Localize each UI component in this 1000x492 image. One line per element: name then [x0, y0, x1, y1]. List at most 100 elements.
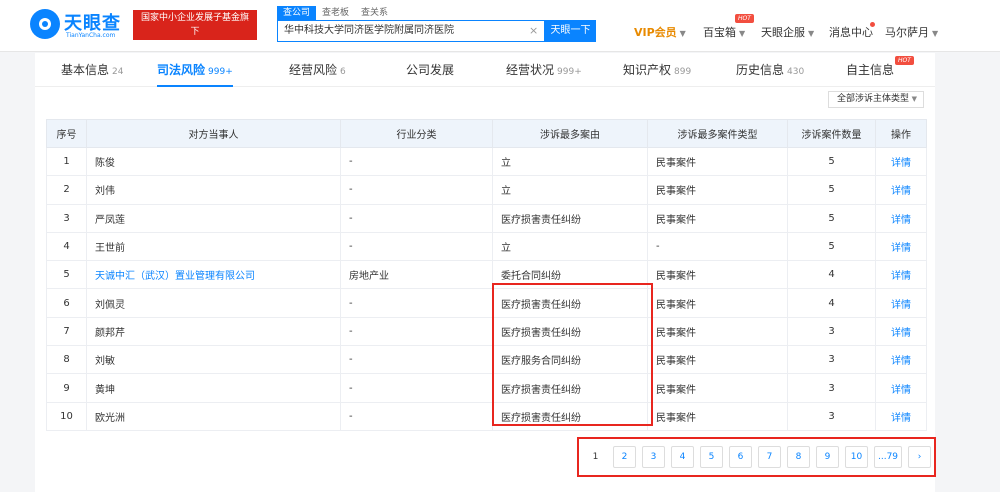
cell-case-count: 5: [787, 203, 876, 233]
cell-case-count: 3: [787, 316, 876, 347]
tianyancha-logo[interactable]: 天眼查 TianYanCha.com: [30, 9, 130, 43]
tab-label: 基本信息: [61, 63, 110, 77]
tab-label: 历史信息: [736, 63, 785, 77]
litigant-type-filter[interactable]: 全部涉诉主体类型 ▼: [828, 91, 924, 108]
messages-label: 消息中心: [829, 26, 873, 39]
next-page-button[interactable]: ›: [908, 446, 932, 468]
detail-link[interactable]: 详情: [875, 175, 927, 205]
detail-link[interactable]: 详情: [875, 260, 927, 290]
tab-label: 自主信息: [846, 63, 895, 77]
tab-history[interactable]: 历史信息 430: [736, 53, 804, 87]
nav-user[interactable]: 马尔萨月 ▼: [885, 24, 938, 40]
col-header-case-type: 涉诉最多案件类型: [647, 119, 788, 148]
cell-industry: -: [340, 316, 493, 347]
col-header-cause: 涉诉最多案由: [492, 119, 648, 148]
chevron-down-icon: ▼: [932, 29, 939, 38]
cell-industry: -: [340, 231, 493, 262]
cell-case-type: 民事案件: [647, 146, 788, 177]
nav-messages[interactable]: 消息中心: [829, 24, 873, 40]
search-button[interactable]: 天眼一下: [545, 20, 596, 42]
tab-label: 经营状况: [506, 63, 555, 77]
cell-case-count: 3: [787, 373, 876, 403]
tab-operating-status[interactable]: 经营状况 999+: [506, 53, 582, 87]
table-row: 7 颜邦芹 - 医疗损害责任纠纷 民事案件 3 详情: [46, 316, 927, 347]
cell-case-count: 3: [787, 401, 876, 431]
cell-no: 8: [46, 345, 87, 375]
page-button[interactable]: 6: [729, 446, 752, 468]
notification-dot: [870, 22, 875, 27]
cell-industry: -: [340, 401, 493, 431]
tab-self-info[interactable]: 自主信息: [846, 53, 894, 87]
cell-case-type: 民事案件: [647, 316, 788, 347]
cell-no: 7: [46, 316, 87, 347]
cell-cause: 医疗损害责任纠纷: [492, 401, 648, 431]
tab-business-risk[interactable]: 经营风险 6: [289, 53, 346, 87]
detail-link[interactable]: 详情: [875, 231, 927, 262]
page-button[interactable]: 10: [845, 446, 868, 468]
nav-vip[interactable]: VIP会员 ▼: [634, 24, 686, 40]
tab-count: 24: [112, 67, 124, 77]
page-button[interactable]: 8: [787, 446, 810, 468]
search-input[interactable]: 华中科技大学同济医学院附属同济医院: [277, 20, 545, 42]
page-button[interactable]: 7: [758, 446, 781, 468]
table-row: 5 天诚中汇（武汉）置业管理有限公司 房地产业 委托合同纠纷 民事案件 4 详情: [46, 260, 927, 290]
tab-intellectual-property[interactable]: 知识产权 899: [623, 53, 691, 87]
clear-icon[interactable]: ×: [529, 24, 538, 37]
search-tab-relation[interactable]: 查关系: [355, 6, 394, 20]
search-tab-boss[interactable]: 查老板: [316, 6, 355, 20]
page-button-last[interactable]: ...79: [874, 446, 903, 468]
cell-party: 刘敏: [86, 345, 341, 375]
detail-link[interactable]: 详情: [875, 345, 927, 375]
page-button[interactable]: 9: [816, 446, 839, 468]
page-button[interactable]: 5: [700, 446, 723, 468]
cell-case-type: 民事案件: [647, 203, 788, 233]
cell-case-type: -: [647, 231, 788, 262]
page-button[interactable]: 4: [671, 446, 694, 468]
chevron-down-icon: ▼: [911, 95, 917, 103]
cell-case-type: 民事案件: [647, 345, 788, 375]
cell-cause: 医疗损害责任纠纷: [492, 203, 648, 233]
nav-baibaoxiang[interactable]: 百宝箱 ▼: [703, 24, 745, 40]
cell-cause: 委托合同纠纷: [492, 260, 648, 290]
page-button[interactable]: 3: [642, 446, 665, 468]
hot-badge: HOT: [895, 56, 914, 65]
tab-count: 6: [340, 67, 346, 77]
detail-link[interactable]: 详情: [875, 316, 927, 347]
detail-link[interactable]: 详情: [875, 401, 927, 431]
page-current: 1: [584, 446, 607, 468]
cell-no: 9: [46, 373, 87, 403]
cell-industry: -: [340, 288, 493, 318]
cell-case-type: 民事案件: [647, 175, 788, 205]
tab-judicial-risk[interactable]: 司法风险 999+: [157, 53, 233, 87]
tab-company-development[interactable]: 公司发展: [406, 53, 454, 87]
tab-label: 知识产权: [623, 63, 672, 77]
detail-link[interactable]: 详情: [875, 203, 927, 233]
detail-link[interactable]: 详情: [875, 288, 927, 318]
litigation-table: 序号 对方当事人 行业分类 涉诉最多案由 涉诉最多案件类型 涉诉案件数量 操作 …: [46, 119, 927, 431]
company-link[interactable]: 天诚中汇（武汉）置业管理有限公司: [86, 260, 341, 290]
tab-basic-info[interactable]: 基本信息 24: [61, 53, 123, 87]
cell-case-type: 民事案件: [647, 260, 788, 290]
cell-no: 1: [46, 146, 87, 177]
cell-no: 6: [46, 288, 87, 318]
cell-case-count: 4: [787, 260, 876, 290]
table-row: 2 刘伟 - 立 民事案件 5 详情: [46, 175, 927, 205]
nav-qiyeban[interactable]: 天眼企服 ▼: [761, 24, 814, 40]
col-header-party: 对方当事人: [86, 119, 341, 148]
table-row: 6 刘佩灵 - 医疗损害责任纠纷 民事案件 4 详情: [46, 288, 927, 318]
cell-cause: 医疗损害责任纠纷: [492, 316, 648, 347]
table-row: 4 王世前 - 立 - 5 详情: [46, 231, 927, 262]
cell-party: 颜邦芹: [86, 316, 341, 347]
detail-link[interactable]: 详情: [875, 146, 927, 177]
page-button[interactable]: 2: [613, 446, 636, 468]
cell-case-type: 民事案件: [647, 401, 788, 431]
col-header-no: 序号: [46, 119, 87, 148]
cell-case-count: 5: [787, 146, 876, 177]
cell-cause: 医疗服务合同纠纷: [492, 345, 648, 375]
search-tab-company[interactable]: 查公司: [277, 6, 317, 20]
tab-count: 999+: [208, 67, 233, 77]
cell-case-count: 3: [787, 345, 876, 375]
tab-label: 司法风险: [157, 63, 206, 77]
cell-party: 刘伟: [86, 175, 341, 205]
detail-link[interactable]: 详情: [875, 373, 927, 403]
